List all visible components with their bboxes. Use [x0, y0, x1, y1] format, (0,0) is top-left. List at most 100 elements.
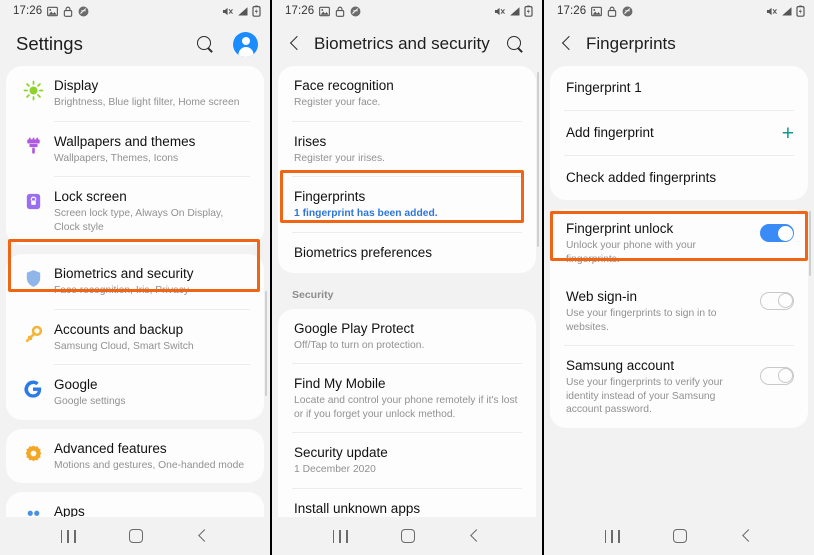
signal-icon	[781, 6, 793, 17]
sidebar-item-biometrics-and-security[interactable]: Biometrics and security Face recognition…	[6, 254, 264, 309]
list-item[interactable]: Advanced features Motions and gestures, …	[6, 429, 264, 484]
list-item-title: Add fingerprint	[566, 125, 654, 140]
list-item-add-fingerprint[interactable]: Add fingerprint +	[550, 111, 808, 155]
home-icon[interactable]	[400, 529, 415, 543]
fingerprint-unlock-toggle[interactable]	[760, 224, 794, 242]
image-icon	[47, 6, 59, 17]
list-item-title: Google	[54, 377, 98, 392]
list-item-subtitle: Wallpapers, Themes, Icons	[54, 152, 179, 164]
list-item-install-unknown-apps[interactable]: Install unknown apps	[278, 489, 536, 518]
nav-bar	[544, 517, 814, 555]
recents-icon[interactable]	[332, 529, 348, 543]
list-item-title: Biometrics and security	[54, 266, 194, 281]
list-item-text: Install unknown apps	[290, 500, 522, 518]
status-clock: 17:26	[285, 5, 315, 17]
list-item[interactable]: Accounts and backup Samsung Cloud, Smart…	[6, 310, 264, 365]
list-item-title: Check added fingerprints	[566, 170, 717, 185]
list-item-irises[interactable]: Irises Register your irises.	[278, 122, 536, 177]
status-bar-left: 17:26	[285, 5, 361, 17]
list-item-title: Apps	[54, 504, 85, 517]
list-item-text: Irises Register your irises.	[290, 133, 522, 166]
list-item-face-recognition[interactable]: Face recognition Register your face.	[278, 66, 536, 121]
battery-icon	[524, 5, 533, 17]
list-item-text: Biometrics and security Face recognition…	[48, 265, 250, 298]
status-bar-right	[766, 5, 805, 17]
shield-icon	[18, 265, 48, 289]
list-item-subtitle: Register your face.	[294, 97, 381, 108]
biometrics-title-bar: Biometrics and security	[272, 22, 542, 66]
recents-icon[interactable]	[60, 529, 76, 543]
list-item-subtitle: 1 December 2020	[294, 464, 376, 475]
list-item-text: Lock screen Screen lock type, Always On …	[48, 188, 250, 234]
samsung-account-toggle[interactable]	[760, 367, 794, 385]
plus-icon[interactable]: +	[782, 123, 794, 144]
back-icon[interactable]	[196, 529, 210, 543]
security-group: Google Play Protect Off/Tap to turn on p…	[278, 308, 536, 518]
list-item-find-my-mobile[interactable]: Find My Mobile Locate and control your p…	[278, 364, 536, 432]
list-item-text: Fingerprint 1	[562, 79, 794, 97]
fingerprints-list[interactable]: Fingerprint 1 Add fingerprint + Check ad…	[544, 66, 814, 517]
search-icon[interactable]	[504, 33, 526, 55]
list-item-subtitle: Use your fingerprints to sign in to webs…	[566, 308, 717, 333]
back-icon[interactable]	[740, 529, 754, 543]
list-item-subtitle: Use your fingerprints to verify your ide…	[566, 377, 723, 415]
recents-icon[interactable]	[604, 529, 620, 543]
back-icon[interactable]	[468, 529, 482, 543]
list-item-biometrics-preferences[interactable]: Biometrics preferences	[278, 233, 536, 273]
scrollbar[interactable]	[536, 72, 539, 247]
list-item-google-play-protect[interactable]: Google Play Protect Off/Tap to turn on p…	[278, 309, 536, 364]
list-item-web-sign-in[interactable]: Web sign-in Use your fingerprints to sig…	[550, 277, 808, 345]
list-item[interactable]: Wallpapers and themes Wallpapers, Themes…	[6, 122, 264, 177]
list-item-text: Fingerprint unlock Unlock your phone wit…	[562, 220, 752, 266]
signal-icon	[509, 6, 521, 17]
account-avatar[interactable]	[233, 31, 258, 57]
list-item-title: Wallpapers and themes	[54, 133, 196, 149]
settings-group-3: Advanced features Motions and gestures, …	[6, 428, 264, 484]
advanced-gear-icon	[18, 440, 48, 464]
scrollbar[interactable]	[264, 291, 267, 396]
key-icon	[18, 321, 48, 345]
toggle-knob	[777, 225, 793, 241]
list-item[interactable]: Lock screen Screen lock type, Always On …	[6, 177, 264, 245]
home-icon[interactable]	[672, 529, 687, 543]
list-item-text: Advanced features Motions and gestures, …	[48, 440, 250, 473]
list-item-fingerprints[interactable]: Fingerprints 1 fingerprint has been adde…	[278, 177, 536, 232]
paintbrush-icon	[18, 133, 48, 157]
three-panel-screenshot: 17:26 Settings Display Brightness, Blue …	[0, 0, 814, 555]
list-item-title: Find My Mobile	[294, 376, 386, 391]
status-bar: 17:26	[544, 0, 814, 22]
web-sign-in-toggle[interactable]	[760, 292, 794, 310]
page-title: Settings	[16, 33, 83, 54]
list-item-title: Accounts and backup	[54, 321, 184, 337]
home-icon[interactable]	[128, 529, 143, 543]
back-chevron-icon[interactable]	[558, 34, 578, 54]
list-item-samsung-account[interactable]: Samsung account Use your fingerprints to…	[550, 346, 808, 428]
list-item-fingerprint-unlock[interactable]: Fingerprint unlock Unlock your phone wit…	[550, 209, 808, 277]
list-item-title: Fingerprint unlock	[566, 221, 674, 236]
list-item-check-added-fingerprints[interactable]: Check added fingerprints	[550, 156, 808, 200]
list-item-subtitle: Screen lock type, Always On Display, Clo…	[54, 208, 224, 233]
scrollbar[interactable]	[808, 211, 811, 276]
mute-icon	[222, 6, 234, 17]
list-item-security-update[interactable]: Security update 1 December 2020	[278, 433, 536, 488]
list-item-fingerprint-1[interactable]: Fingerprint 1	[550, 66, 808, 110]
toggle-knob	[778, 368, 793, 383]
settings-group-4: Apps Default apps, App permissions	[6, 492, 264, 517]
brightness-sun-icon	[18, 77, 48, 101]
settings-list[interactable]: Display Brightness, Blue light filter, H…	[0, 66, 270, 517]
biometrics-list[interactable]: Face recognition Register your face. Iri…	[272, 66, 542, 517]
back-chevron-icon[interactable]	[286, 34, 306, 54]
list-item-subtitle: 1 fingerprint has been added.	[294, 208, 438, 219]
settings-group-1: Display Brightness, Blue light filter, H…	[6, 66, 264, 245]
list-item-text: Web sign-in Use your fingerprints to sig…	[562, 288, 752, 334]
list-item-title: Install unknown apps	[294, 500, 421, 516]
list-item[interactable]: Display Brightness, Blue light filter, H…	[6, 66, 264, 121]
list-item[interactable]: Google Google settings	[6, 365, 264, 420]
search-icon[interactable]	[194, 33, 216, 55]
list-item-text: Check added fingerprints	[562, 169, 794, 187]
apps-dots-icon	[18, 503, 48, 517]
list-item-text: Wallpapers and themes Wallpapers, Themes…	[48, 133, 250, 166]
status-bar-right	[494, 5, 533, 17]
lock-icon	[607, 6, 617, 17]
list-item[interactable]: Apps Default apps, App permissions	[6, 492, 264, 517]
